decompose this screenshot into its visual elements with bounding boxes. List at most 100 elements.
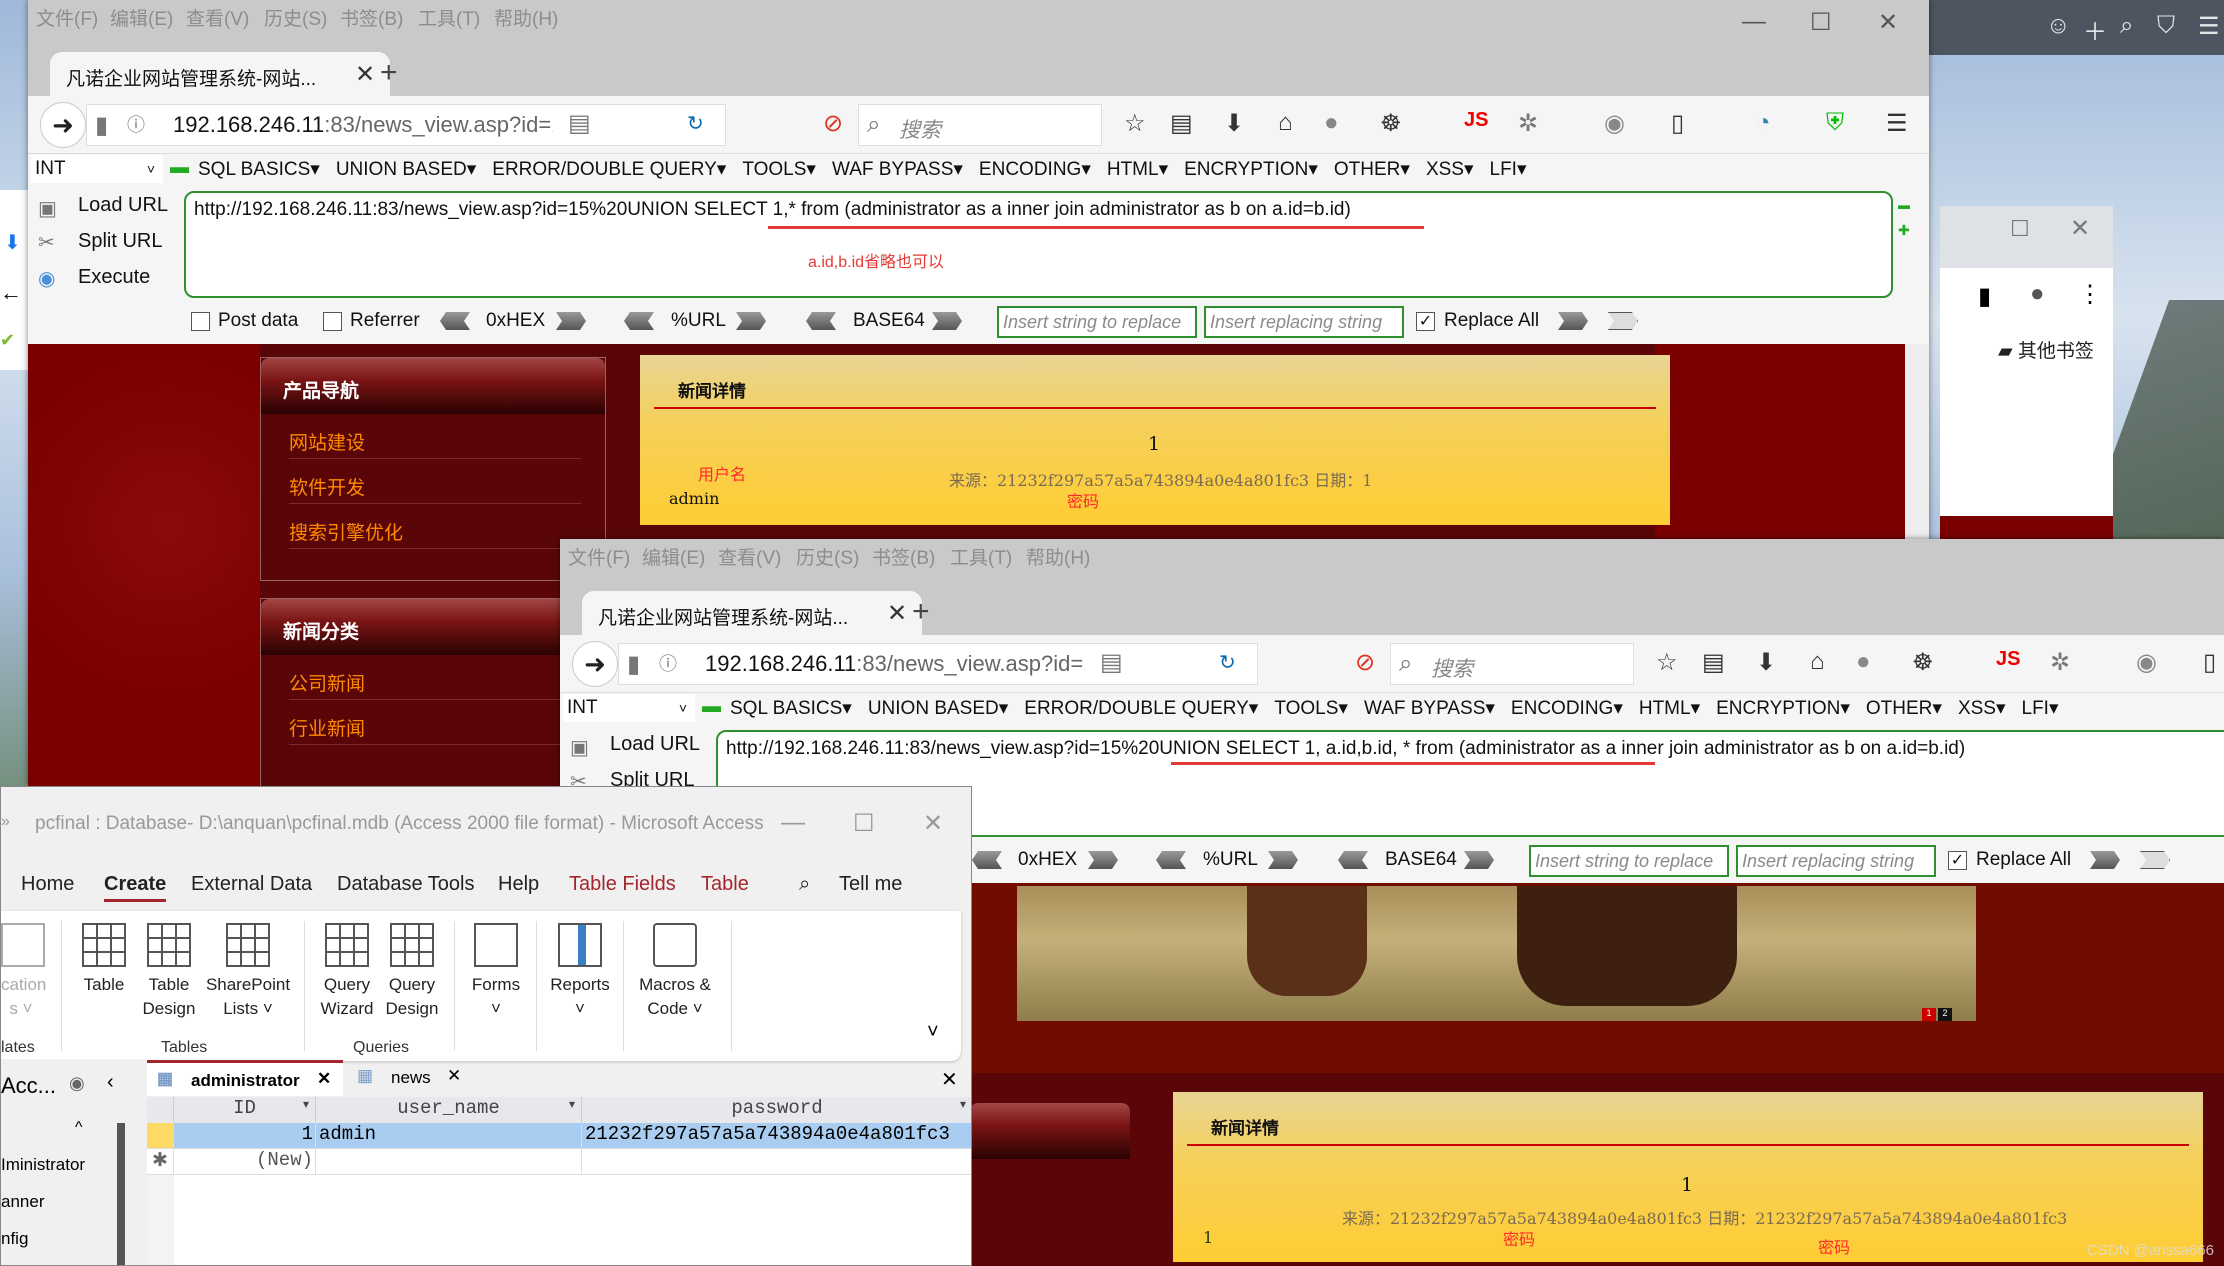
close-icon[interactable]: ✕ — [2070, 214, 2090, 243]
slider-page-2[interactable]: 2 — [1938, 1008, 1952, 1021]
url-decode-arrow-icon[interactable] — [1156, 851, 1186, 869]
new-row-cell[interactable] — [316, 1149, 582, 1175]
search-icon[interactable]: ⌕ — [799, 873, 810, 896]
table-design-button[interactable]: Table Design — [141, 923, 197, 1021]
slider-page-1[interactable]: 1 — [1922, 1008, 1936, 1021]
replace-string-input[interactable]: Insert string to replace — [997, 306, 1197, 338]
base64-decode-arrow-icon[interactable] — [1338, 851, 1368, 869]
hex-decode-arrow-icon[interactable] — [440, 312, 470, 330]
maximize-icon[interactable]: ☐ — [2010, 216, 2030, 242]
proxy-icon[interactable]: ◉ — [2136, 648, 2157, 677]
menu-tools[interactable]: TOOLS▾ — [742, 159, 816, 180]
star-icon[interactable]: ☆ — [1656, 648, 1678, 677]
bug-icon[interactable]: ✲ — [1518, 109, 1538, 138]
reading-list-icon[interactable]: ▤ — [1170, 109, 1193, 138]
post-data-checkbox[interactable] — [191, 312, 210, 331]
star-icon[interactable]: ☆ — [1124, 109, 1146, 138]
url-bar[interactable]: ▮ ⓘ 192.168.246.11:83/news_view.asp?id=1… — [86, 104, 726, 146]
url-decode-arrow-icon[interactable] — [624, 312, 654, 330]
reading-list-icon[interactable]: ▤ — [1702, 648, 1725, 677]
menu-lfi[interactable]: LFI▾ — [1490, 159, 1527, 180]
js-icon[interactable]: JS — [1996, 648, 2020, 671]
replace-all-checkbox[interactable]: ✓ — [1416, 312, 1435, 331]
replace-next-arrow-icon[interactable] — [1608, 312, 1638, 330]
clipboard-icon[interactable]: ▯ — [1671, 109, 1684, 138]
cell-user-name[interactable]: admin — [316, 1123, 582, 1149]
info-icon[interactable]: ⓘ — [659, 650, 677, 676]
new-tab-icon[interactable]: + — [380, 56, 398, 90]
maximize-icon[interactable]: ☐ — [853, 809, 875, 838]
back-icon[interactable]: ➜ — [40, 102, 86, 148]
search-icon[interactable]: ⌕ — [2120, 12, 2133, 40]
select-all-corner[interactable] — [147, 1097, 174, 1123]
new-row-label[interactable]: (New) — [174, 1149, 316, 1175]
close-icon[interactable]: ✕ — [317, 1069, 331, 1089]
plus-icon[interactable]: ✚ — [1898, 222, 1910, 239]
menu-lfi[interactable]: LFI▾ — [2022, 698, 2059, 719]
browser-tab[interactable]: 凡诺企业网站管理系统-网站... ✕ — [582, 591, 922, 637]
column-header-id[interactable]: ID ▾ — [174, 1097, 316, 1123]
menu-union-based[interactable]: UNION BASED▾ — [868, 698, 1008, 719]
replace-arrow-icon[interactable] — [2090, 851, 2120, 869]
partial-button[interactable]: cation s ˅ — [1, 923, 46, 1021]
cookie-icon[interactable]: ☸ — [1912, 648, 1934, 677]
tab-table[interactable]: Table — [701, 873, 749, 896]
nav-item-banner[interactable]: anner — [1, 1192, 44, 1212]
replace-next-arrow-icon[interactable] — [2140, 851, 2170, 869]
collapse-ribbon-icon[interactable]: ˅ — [927, 1021, 939, 1044]
forms-button[interactable]: Forms ˅ — [467, 923, 525, 1021]
download-icon[interactable]: ⬇ — [1756, 648, 1776, 677]
menu-history[interactable]: 历史(S) — [796, 543, 859, 570]
search-input[interactable]: ⌕ 搜索 — [858, 104, 1102, 146]
home-icon[interactable]: ⌂ — [1810, 648, 1825, 676]
hex-encode-arrow-icon[interactable] — [556, 312, 586, 330]
replace-arrow-icon[interactable] — [1558, 312, 1588, 330]
noscript-icon[interactable]: ⊘ — [823, 109, 843, 138]
menu-edit[interactable]: 编辑(E) — [110, 4, 173, 31]
menu-error-double-query[interactable]: ERROR/DOUBLE QUERY▾ — [492, 159, 726, 180]
hex-encode-arrow-icon[interactable] — [1088, 851, 1118, 869]
row-selector[interactable] — [147, 1123, 174, 1149]
minus-icon[interactable]: ▬ — [170, 157, 189, 179]
query-wizard-button[interactable]: Query Wizard — [317, 923, 377, 1021]
nav-dropdown-icon[interactable]: ◉ — [69, 1073, 85, 1094]
maximize-icon[interactable]: ☐ — [1810, 8, 1832, 37]
plus-icon[interactable]: ＋ — [2083, 12, 2107, 47]
collapse-pane-icon[interactable]: ‹ — [107, 1071, 114, 1094]
back-icon[interactable]: ← — [0, 280, 22, 306]
menu-help[interactable]: 帮助(H) — [1026, 543, 1090, 570]
profile-icon[interactable]: ● — [2030, 280, 2045, 308]
menu-other[interactable]: OTHER▾ — [1334, 159, 1410, 180]
menu-encryption[interactable]: ENCRYPTION▾ — [1716, 698, 1850, 719]
cell-id[interactable]: 1 — [174, 1123, 316, 1149]
info-icon[interactable]: ⓘ — [127, 111, 145, 137]
close-icon[interactable]: ✕ — [923, 809, 943, 838]
base64-encode-arrow-icon[interactable] — [1464, 851, 1494, 869]
base64-decode-arrow-icon[interactable] — [806, 312, 836, 330]
user-icon[interactable]: ☺ — [2046, 12, 2071, 40]
table-button[interactable]: Table — [79, 923, 129, 997]
menu-file[interactable]: 文件(F) — [568, 543, 630, 570]
nav-item-config[interactable]: nfig — [1, 1229, 28, 1249]
shield-icon[interactable]: ⛨ — [1826, 109, 1844, 137]
replace-string-input[interactable]: Insert string to replace — [1529, 845, 1729, 877]
clipboard-icon[interactable]: ▯ — [2203, 648, 2216, 677]
nav-link-website[interactable]: 网站建设 — [289, 414, 581, 459]
url-encode-arrow-icon[interactable] — [736, 312, 766, 330]
menu-tools[interactable]: 工具(T) — [418, 4, 480, 31]
bug-icon[interactable]: ✲ — [2050, 648, 2070, 677]
tab-close-icon[interactable]: ✕ — [887, 599, 907, 628]
type-select[interactable]: INT ˅ — [31, 155, 163, 183]
close-icon[interactable]: ✕ — [447, 1066, 461, 1086]
url-encode-arrow-icon[interactable] — [1268, 851, 1298, 869]
tab-create[interactable]: Create — [104, 873, 167, 902]
category-link-company[interactable]: 公司新闻 — [289, 655, 581, 700]
home-icon[interactable]: ⌂ — [1278, 109, 1293, 137]
reload-icon[interactable]: ↻ — [687, 111, 704, 136]
more-icon[interactable]: ⋮ — [2078, 280, 2102, 309]
menu-encoding[interactable]: ENCODING▾ — [1511, 698, 1623, 719]
tab-table-fields[interactable]: Table Fields — [569, 873, 676, 896]
menu-html[interactable]: HTML▾ — [1639, 698, 1700, 719]
menu-union-based[interactable]: UNION BASED▾ — [336, 159, 476, 180]
menu-file[interactable]: 文件(F) — [36, 4, 98, 31]
